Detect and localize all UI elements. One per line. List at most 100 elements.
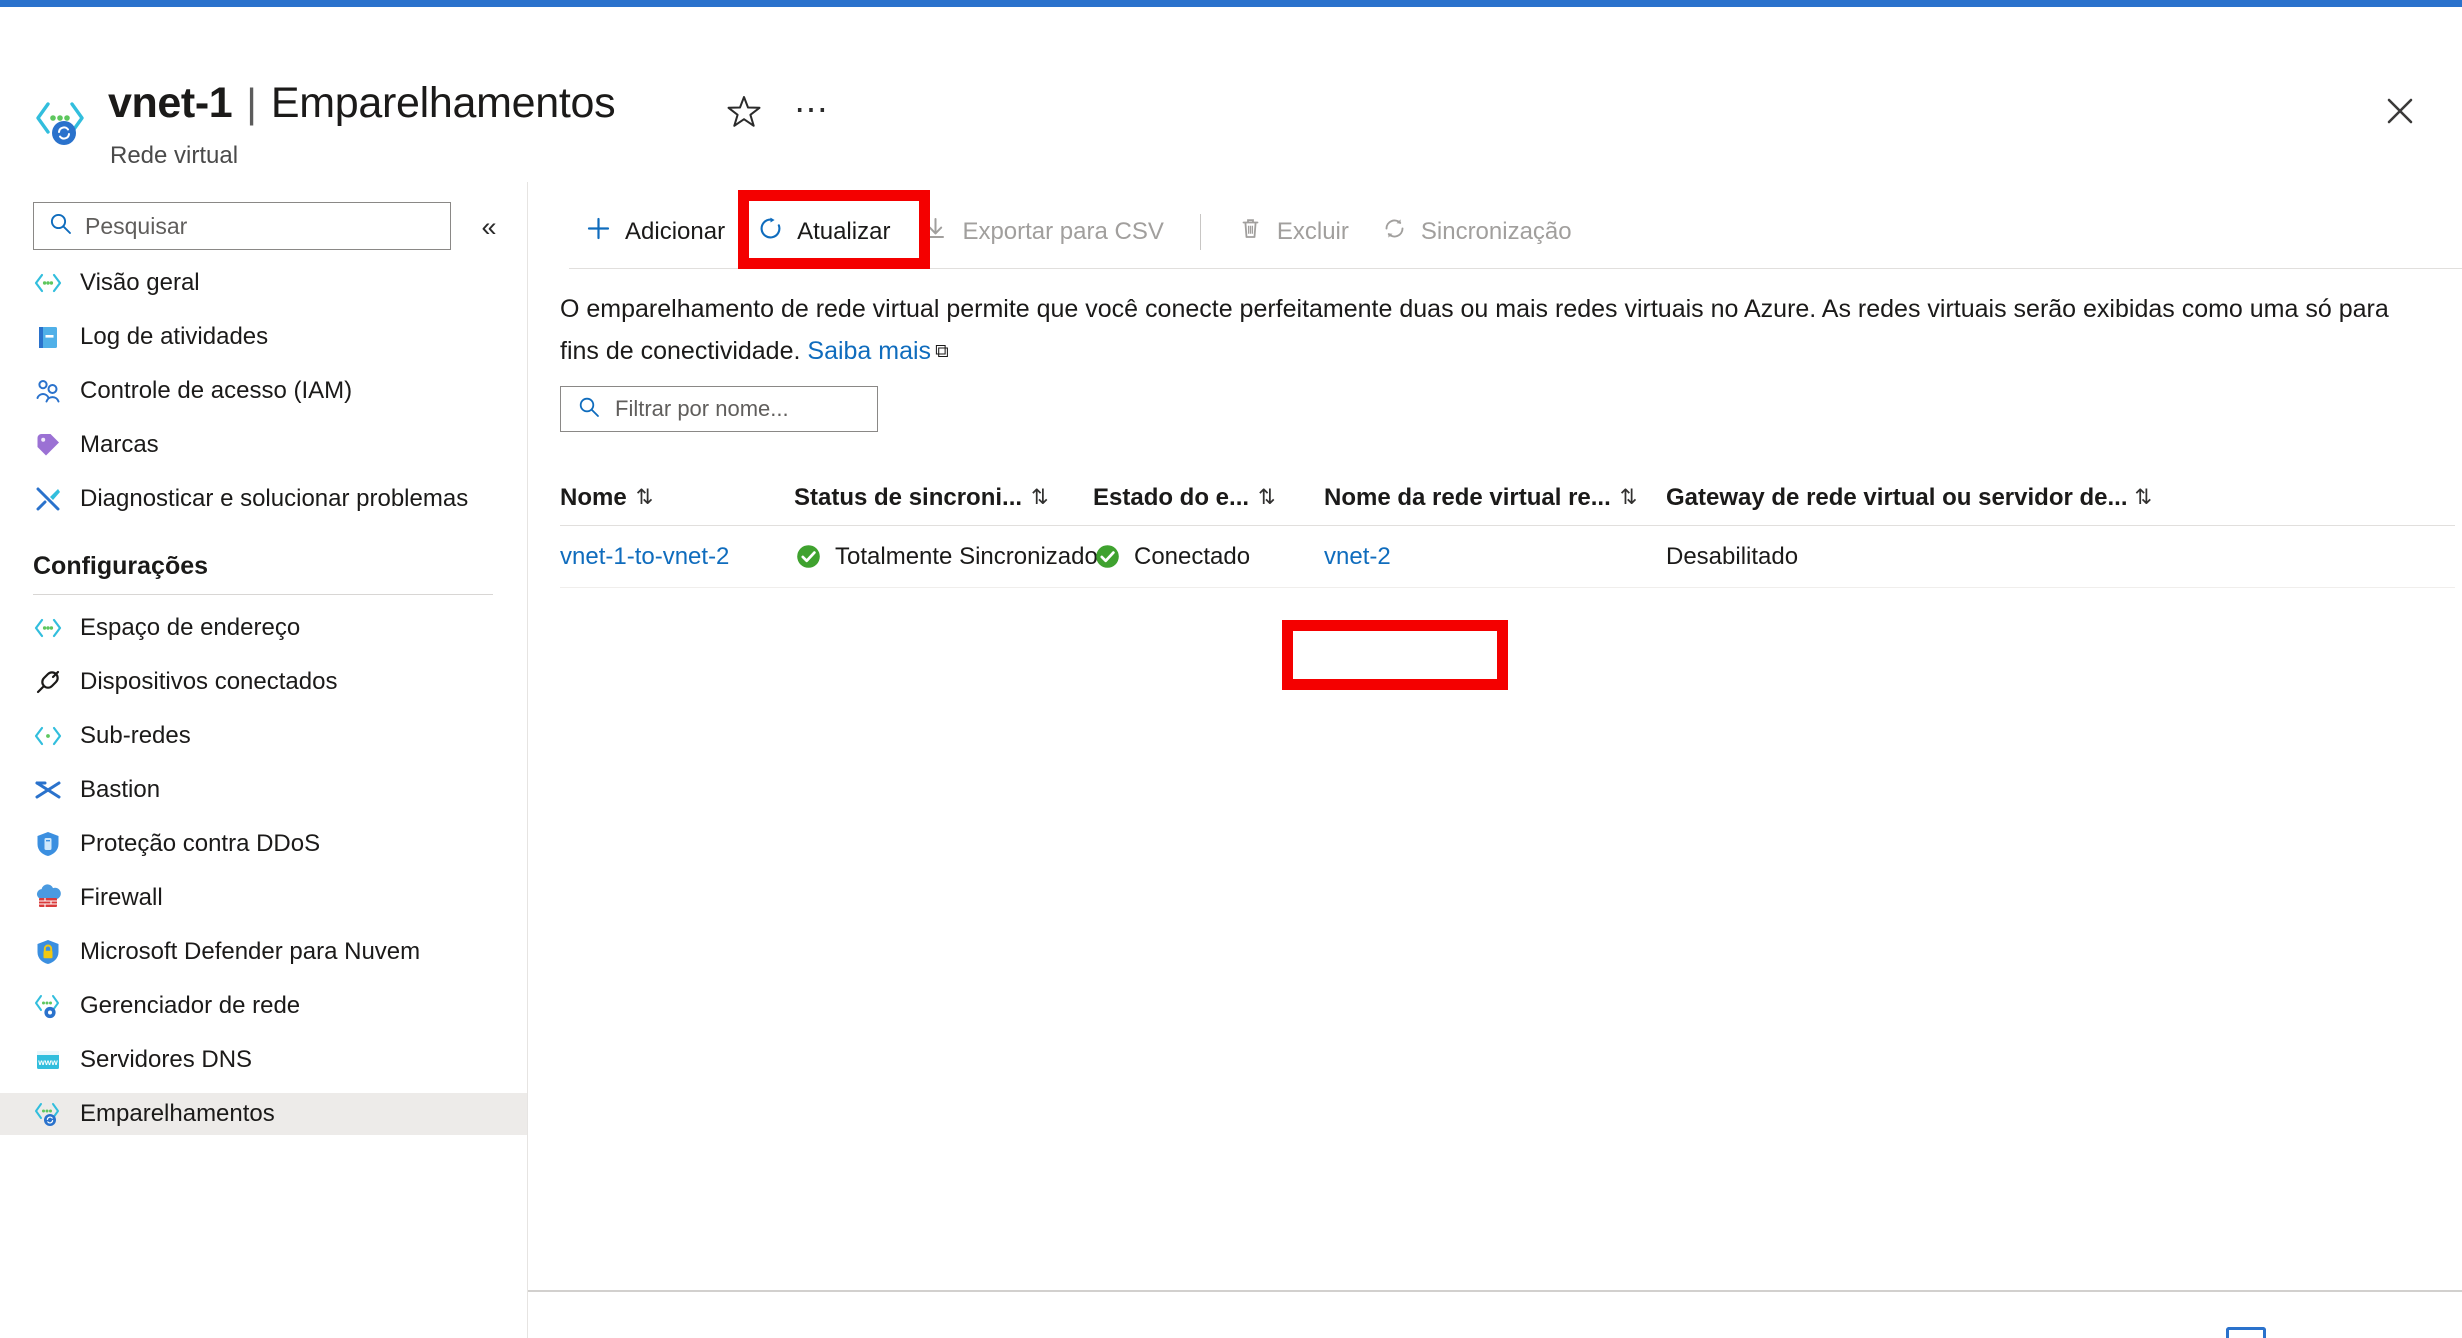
sidebar-item-espaco-de-endereco[interactable]: Espaço de endereço [0, 607, 527, 649]
sidebar: « Visão geral [0, 182, 527, 1338]
sidebar-item-label: Emparelhamentos [80, 1100, 275, 1127]
filter-box[interactable] [560, 386, 903, 432]
green-check-icon [1093, 542, 1122, 571]
sidebar-item-controle-de-acesso[interactable]: Controle de acesso (IAM) [0, 370, 527, 412]
resource-name: vnet-1 [108, 79, 233, 127]
sidebar-item-label: Log de atividades [80, 323, 269, 350]
peering-name-link[interactable]: vnet-1-to-vnet-2 [560, 543, 729, 571]
column-header-label: Estado do e... [1093, 483, 1250, 511]
cell-sync-status: Totalmente Sincronizado [794, 542, 1098, 571]
star-icon[interactable] [722, 89, 766, 133]
sidebar-item-microsoft-defender[interactable]: Microsoft Defender para Nuvem [0, 931, 527, 973]
column-header-gateway[interactable]: Gateway de rede virtual ou servidor de..… [1666, 484, 2226, 512]
sort-icon: ⇅ [2134, 486, 2153, 509]
sidebar-item-log-de-atividades[interactable]: Log de atividades [0, 316, 527, 358]
refresh-button[interactable]: Atualizar [741, 203, 906, 261]
ellipsis-icon[interactable]: ⋯ [790, 89, 834, 133]
sidebar-item-label: Microsoft Defender para Nuvem [80, 938, 421, 965]
sidebar-item-label: Firewall [80, 884, 163, 911]
column-header-rede-virtual-remota[interactable]: Nome da rede virtual re... ⇅ [1324, 484, 1666, 512]
sidebar-item-emparelhamentos[interactable]: Emparelhamentos [0, 1093, 527, 1135]
blade-header: vnet-1 | Emparelhamentos Rede virtual ⋯ [0, 7, 2462, 182]
address-space-icon [33, 613, 63, 643]
search-input[interactable] [85, 212, 450, 240]
sidebar-item-label: Controle de acesso (IAM) [80, 377, 353, 404]
sidebar-divider [33, 594, 493, 595]
main-content: Adicionar Atualizar Exportar para CSV Ex… [528, 182, 2462, 1338]
azure-portal-blade: vnet-1 | Emparelhamentos Rede virtual ⋯ [0, 0, 2462, 1338]
connected-devices-icon [33, 667, 63, 697]
sidebar-item-label: Diagnosticar e solucionar problemas [80, 485, 469, 512]
blade-description: O emparelhamento de rede virtual permite… [560, 288, 2420, 373]
close-icon[interactable] [2378, 89, 2422, 133]
column-header-label: Nome [560, 483, 627, 511]
sidebar-section-title: Configurações [33, 552, 209, 580]
sync-icon [1381, 215, 1408, 249]
filter-input[interactable] [615, 396, 903, 422]
sidebar-item-label: Gerenciador de rede [80, 992, 301, 1019]
delete-button: Excluir [1221, 203, 1365, 261]
sidebar-item-firewall[interactable]: Firewall [0, 877, 527, 919]
bottom-divider [528, 1290, 2462, 1292]
bastion-icon [33, 775, 63, 805]
sidebar-item-bastion[interactable]: Bastion [0, 769, 527, 811]
sidebar-search [33, 202, 451, 250]
sidebar-item-label: Espaço de endereço [80, 614, 301, 641]
sidebar-item-dispositivos-conectados[interactable]: Dispositivos conectados [0, 661, 527, 703]
column-header-estado-emparelhamento[interactable]: Estado do e... ⇅ [1093, 484, 1324, 512]
command-bar-underline [569, 268, 2462, 269]
sidebar-item-label: Servidores DNS [80, 1046, 253, 1073]
table-row[interactable]: vnet-1-to-vnet-2 Totalmente Sincronizado [560, 526, 2455, 588]
gateway-text: Desabilitado [1666, 542, 1799, 570]
subnet-icon [33, 721, 63, 751]
firewall-icon [33, 883, 63, 913]
sidebar-item-diagnosticar[interactable]: Diagnosticar e solucionar problemas [0, 478, 527, 520]
sync-button-label: Sincronização [1420, 218, 1572, 245]
peerings-table: Nome ⇅ Status de sincroni... ⇅ Estado do… [560, 470, 2455, 588]
top-accent-bar [0, 0, 2462, 7]
column-header-status-sincronizacao[interactable]: Status de sincroni... ⇅ [794, 484, 1093, 512]
trash-icon [1237, 215, 1264, 249]
cell-peering-name: vnet-1-to-vnet-2 [560, 543, 794, 571]
blade-title: Emparelhamentos [270, 79, 616, 127]
column-header-label: Gateway de rede virtual ou servidor de..… [1666, 483, 2128, 511]
search-icon [577, 395, 601, 424]
table-header-row: Nome ⇅ Status de sincroni... ⇅ Estado do… [560, 470, 2455, 526]
feedback-button[interactable] [2226, 1327, 2266, 1338]
sidebar-item-gerenciador-de-rede[interactable]: Gerenciador de rede [0, 985, 527, 1027]
activity-log-icon [33, 322, 63, 352]
sidebar-item-servidores-dns[interactable]: www Servidores DNS [0, 1039, 527, 1081]
network-manager-icon [33, 991, 63, 1021]
cell-gateway: Desabilitado [1666, 543, 2226, 571]
filter-field [560, 386, 903, 432]
sidebar-item-marcas[interactable]: Marcas [0, 424, 527, 466]
learn-more-link[interactable]: Saiba mais [807, 337, 931, 365]
sort-icon: ⇅ [635, 486, 654, 509]
ddos-shield-icon [33, 829, 63, 859]
delete-button-label: Excluir [1276, 218, 1349, 245]
chevron-double-left-icon[interactable]: « [472, 210, 506, 244]
column-header-label: Nome da rede virtual re... [1324, 483, 1611, 511]
title-separator: | [246, 80, 257, 126]
remote-vnet-link[interactable]: vnet-2 [1324, 543, 1391, 571]
sync-status-text: Totalmente Sincronizado [835, 542, 1098, 570]
sidebar-item-visao-geral[interactable]: Visão geral [0, 262, 527, 304]
sidebar-item-label: Sub-redes [80, 722, 191, 749]
external-link-icon: ⧉ [935, 341, 949, 362]
green-check-icon [794, 542, 823, 571]
sidebar-item-sub-redes[interactable]: Sub-redes [0, 715, 527, 757]
export-csv-button-label: Exportar para CSV [962, 218, 1164, 245]
access-control-icon [33, 376, 63, 406]
peering-state-text: Conectado [1134, 542, 1251, 570]
sort-icon: ⇅ [1619, 486, 1638, 509]
troubleshoot-icon [33, 484, 63, 514]
sidebar-item-protecao-ddos[interactable]: Proteção contra DDoS [0, 823, 527, 865]
search-icon [48, 211, 73, 241]
add-button[interactable]: Adicionar [569, 203, 741, 261]
column-header-nome[interactable]: Nome ⇅ [560, 484, 794, 512]
defender-shield-icon [33, 937, 63, 967]
search-box[interactable] [33, 202, 451, 250]
download-icon [922, 215, 949, 249]
sidebar-item-label: Proteção contra DDoS [80, 830, 321, 857]
add-button-label: Adicionar [625, 218, 726, 245]
